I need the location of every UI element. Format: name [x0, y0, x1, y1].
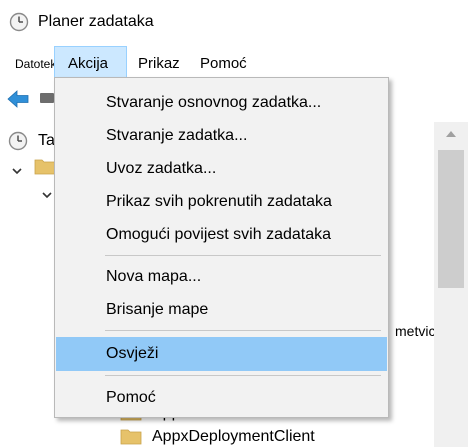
chevron-down-icon[interactable]	[42, 190, 52, 200]
back-arrow-icon[interactable]	[6, 89, 30, 109]
menu-view[interactable]: Prikaz	[138, 46, 180, 78]
menu-separator	[105, 330, 381, 331]
window-title: Planer zadataka	[38, 13, 154, 30]
menu-separator	[105, 255, 381, 256]
menu-item-import-task[interactable]: Uvoz zadatka...	[56, 152, 387, 186]
menu-item-display-running-tasks[interactable]: Prikaz svih pokrenutih zadataka	[56, 185, 387, 219]
menu-item-delete-folder[interactable]: Brisanje mape	[56, 293, 387, 327]
toolbar-button[interactable]	[40, 93, 54, 103]
menu-item-create-task[interactable]: Stvaranje zadatka...	[56, 119, 387, 153]
menu-help[interactable]: Pomoć	[200, 46, 247, 78]
menu-item-help[interactable]: Pomoć	[56, 381, 387, 415]
tree-item-appx-deployment-client[interactable]: AppxDeploymentClient	[152, 428, 315, 446]
scroll-up-arrow-icon[interactable]	[446, 131, 456, 137]
action-dropdown-menu: Stvaranje osnovnog zadatka... Stvaranje …	[54, 77, 389, 418]
folder-icon	[120, 429, 142, 445]
menu-bar: Datoteka Akcija Prikaz Pomoć	[0, 46, 468, 78]
menu-item-create-basic-task[interactable]: Stvaranje osnovnog zadatka...	[56, 86, 387, 120]
menu-separator	[105, 375, 381, 376]
menu-item-new-folder[interactable]: Nova mapa...	[56, 260, 387, 294]
menu-action[interactable]: Akcija	[54, 46, 127, 78]
menu-item-refresh[interactable]: Osvježi	[56, 337, 387, 371]
scrollbar-thumb[interactable]	[438, 150, 464, 288]
clock-icon	[8, 131, 28, 151]
chevron-down-icon[interactable]	[12, 166, 22, 176]
folder-icon	[34, 159, 56, 175]
tree-root-label[interactable]: Ta	[38, 132, 55, 150]
title-bar: Planer zadataka	[0, 0, 468, 44]
menu-item-enable-task-history[interactable]: Omogući povijest svih zadataka	[56, 218, 387, 252]
clock-icon	[9, 12, 29, 32]
